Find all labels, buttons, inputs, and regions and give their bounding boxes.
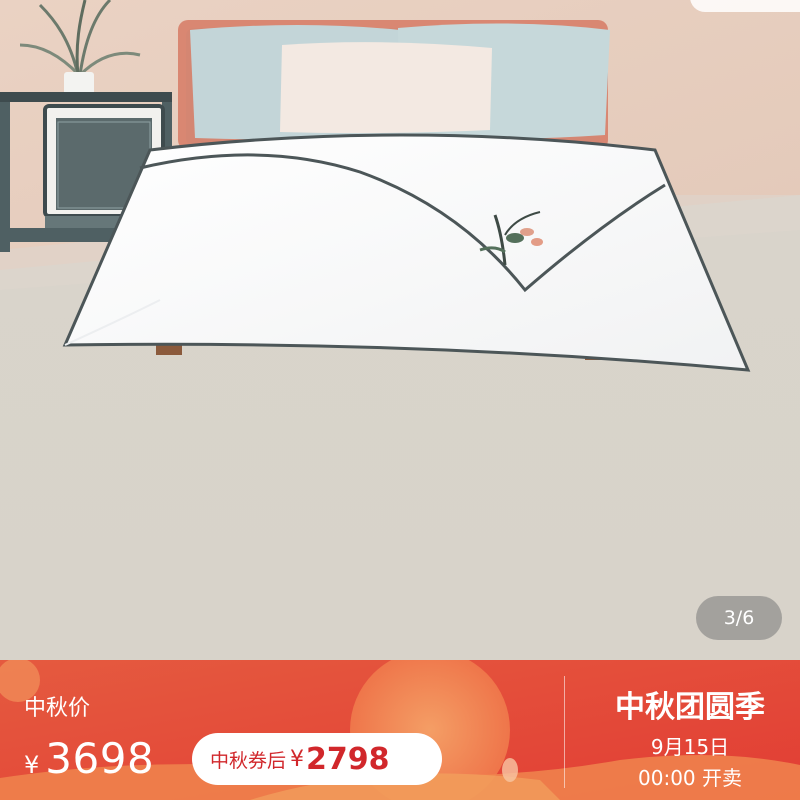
event-date: 9月15日 <box>650 735 730 759</box>
product-image-carousel[interactable]: 3/6 <box>0 0 800 660</box>
current-price: ¥ 3698 <box>24 734 154 783</box>
coupon-price-value: 2798 <box>306 741 390 777</box>
top-overlay-pill[interactable] <box>690 0 800 12</box>
image-counter: 3/6 <box>696 596 782 640</box>
promo-divider <box>564 676 565 788</box>
bed-product-photo <box>0 0 800 660</box>
event-title: 中秋团圆季 <box>615 690 765 725</box>
price-value: 3698 <box>45 734 155 783</box>
price-currency: ¥ <box>24 751 40 779</box>
coupon-label: 中秋券后 <box>210 749 287 772</box>
coupon-currency: ¥ <box>290 746 305 772</box>
event-time: 00:00 开卖 <box>638 766 742 790</box>
coupon-price-badge[interactable]: 中秋券后 ¥ 2798 <box>192 733 442 785</box>
price-label: 中秋价 <box>24 696 91 721</box>
